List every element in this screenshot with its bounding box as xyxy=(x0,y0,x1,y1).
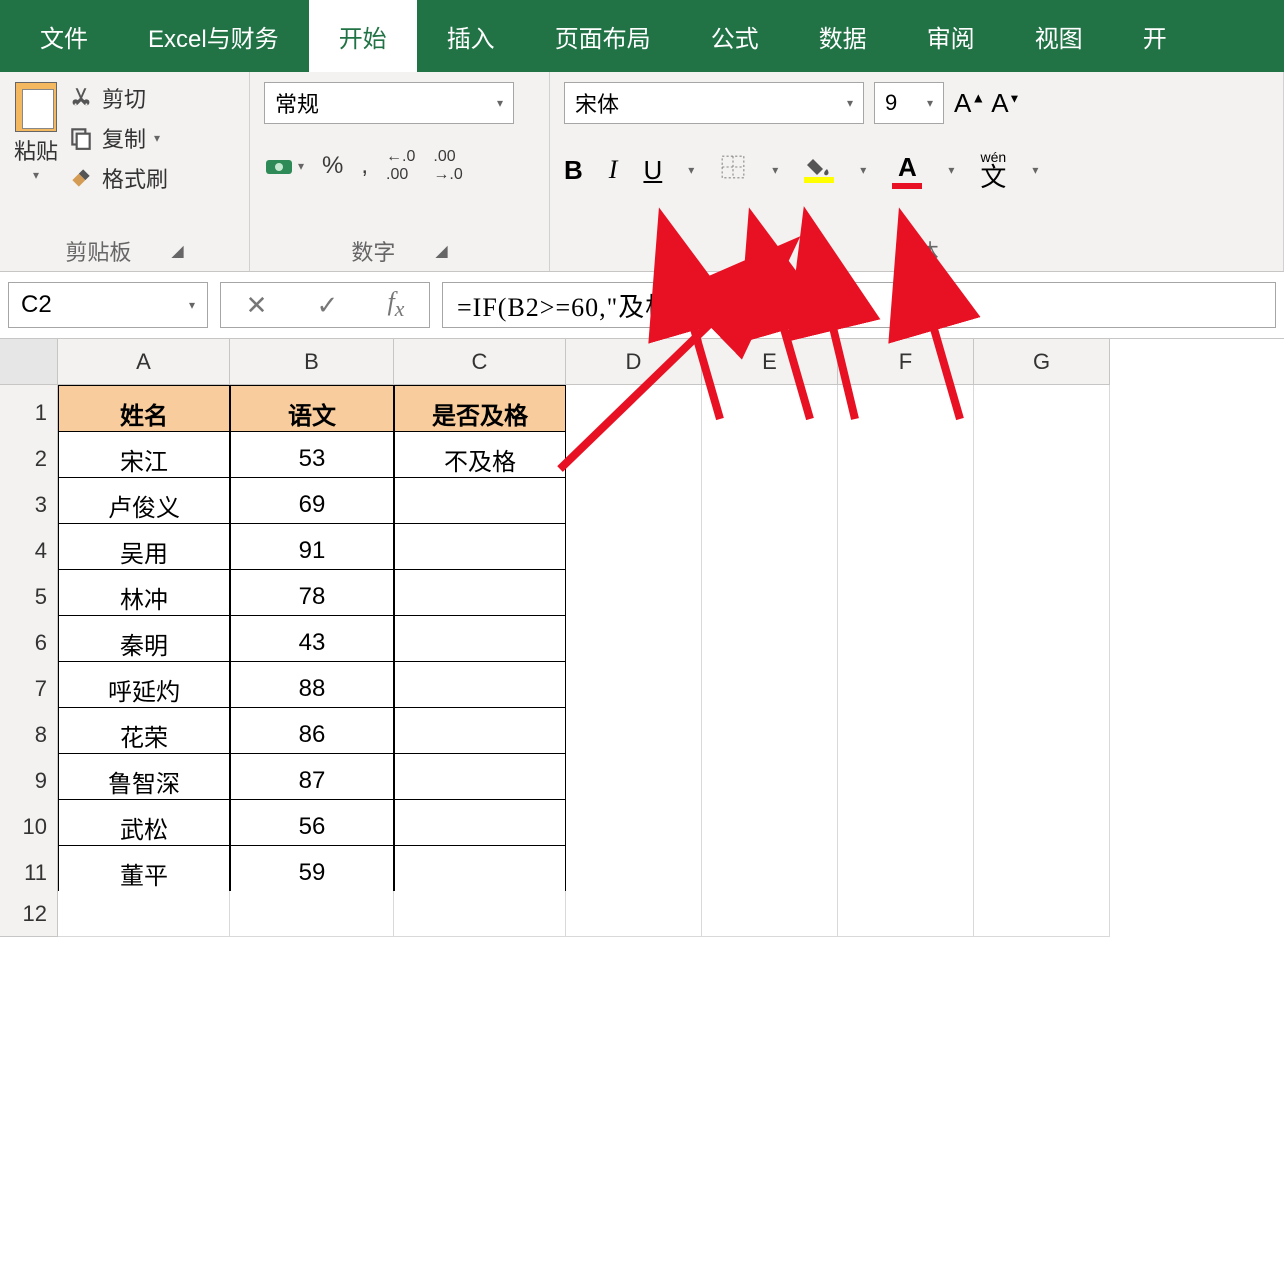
increase-decimal-button[interactable]: ←.0.00 xyxy=(386,148,415,184)
chevron-down-icon: ▾ xyxy=(927,96,933,110)
font-size-value: 9 xyxy=(885,90,897,116)
name-box[interactable]: C2 ▾ xyxy=(8,282,208,328)
chevron-down-icon: ▾ xyxy=(189,298,195,312)
phonetic-button[interactable]: wén文 xyxy=(980,150,1006,190)
column-header[interactable]: D xyxy=(566,339,702,385)
cell[interactable] xyxy=(566,891,702,937)
brush-icon xyxy=(68,165,94,191)
number-format-combo[interactable]: 常规 ▾ xyxy=(264,82,514,124)
tab-excel-finance[interactable]: Excel与财务 xyxy=(118,0,309,72)
ribbon-group-font: 宋体 ▾ 9 ▾ A▲ A▼ B I U ▾ xyxy=(550,72,1284,271)
cut-button[interactable]: 剪切 xyxy=(68,82,168,114)
clipboard-group-label: 剪贴板 xyxy=(65,235,131,267)
bold-button[interactable]: B xyxy=(564,155,583,186)
chevron-down-icon[interactable]: ▾ xyxy=(154,131,160,145)
tab-truncated[interactable]: 开 xyxy=(1113,0,1197,72)
menu-bar: 文件 Excel与财务 开始 插入 页面布局 公式 数据 审阅 视图 开 xyxy=(0,0,1284,72)
column-header[interactable]: F xyxy=(838,339,974,385)
chevron-down-icon[interactable]: ▾ xyxy=(688,163,694,177)
insert-function-button[interactable]: fx xyxy=(388,287,405,322)
copy-button[interactable]: 复制 ▾ xyxy=(68,122,168,154)
formula-bar: C2 ▾ ✕ ✓ fx =IF(B2>=60,"及格","不及格") xyxy=(0,272,1284,339)
accounting-button[interactable]: ▾ xyxy=(264,151,304,181)
font-color-button[interactable]: A xyxy=(892,152,922,189)
formula-controls: ✕ ✓ fx xyxy=(220,282,430,328)
chevron-down-icon[interactable]: ▾ xyxy=(33,168,39,182)
bucket-icon xyxy=(807,157,831,177)
select-all-corner[interactable] xyxy=(0,339,58,385)
tab-home[interactable]: 开始 xyxy=(309,0,417,72)
font-size-combo[interactable]: 9 ▾ xyxy=(874,82,944,124)
column-header[interactable]: A xyxy=(58,339,230,385)
font-name-value: 宋体 xyxy=(575,87,619,119)
increase-decimal-icon: ←.0.00 xyxy=(386,148,415,184)
chevron-down-icon: ▾ xyxy=(298,159,304,173)
row-header[interactable]: 12 xyxy=(0,891,58,937)
format-painter-button[interactable]: 格式刷 xyxy=(68,162,168,194)
paste-icon xyxy=(15,82,57,132)
number-format-value: 常规 xyxy=(275,87,319,119)
chevron-down-icon: ▾ xyxy=(497,96,503,110)
tab-review[interactable]: 审阅 xyxy=(897,0,1005,72)
font-name-combo[interactable]: 宋体 ▾ xyxy=(564,82,864,124)
tab-insert[interactable]: 插入 xyxy=(417,0,525,72)
decrease-decimal-icon: .00→.0 xyxy=(433,148,462,184)
cell[interactable] xyxy=(974,891,1110,937)
chevron-down-icon[interactable]: ▾ xyxy=(860,163,866,177)
tab-view[interactable]: 视图 xyxy=(1005,0,1113,72)
cancel-formula-button[interactable]: ✕ xyxy=(246,290,268,321)
comma-button[interactable]: , xyxy=(361,152,368,180)
comma-icon: , xyxy=(361,152,368,180)
decrease-decimal-button[interactable]: .00→.0 xyxy=(433,148,462,184)
increase-font-button[interactable]: A▲ xyxy=(954,88,985,119)
fill-color-button[interactable] xyxy=(804,157,834,183)
cell[interactable] xyxy=(394,891,566,937)
cell[interactable] xyxy=(702,891,838,937)
borders-icon xyxy=(720,154,746,180)
dialog-launcher-icon[interactable]: ◢ xyxy=(435,241,447,261)
formula-input[interactable]: =IF(B2>=60,"及格","不及格") xyxy=(442,282,1276,328)
column-header[interactable]: G xyxy=(974,339,1110,385)
formula-text: =IF(B2>=60,"及格","不及格") xyxy=(457,287,805,324)
column-header[interactable]: C xyxy=(394,339,566,385)
cell[interactable] xyxy=(58,891,230,937)
cell[interactable] xyxy=(230,891,394,937)
column-header[interactable]: B xyxy=(230,339,394,385)
chevron-down-icon[interactable]: ▾ xyxy=(772,163,778,177)
chevron-down-icon[interactable]: ▾ xyxy=(948,163,954,177)
chevron-down-icon: ▾ xyxy=(847,96,853,110)
cell[interactable] xyxy=(838,891,974,937)
scissors-icon xyxy=(68,85,94,111)
italic-button[interactable]: I xyxy=(609,155,618,185)
cut-label: 剪切 xyxy=(102,82,146,114)
copy-icon xyxy=(68,125,94,151)
tab-formulas[interactable]: 公式 xyxy=(681,0,789,72)
worksheet[interactable]: ABCDEFG1姓名语文是否及格2宋江53不及格3卢俊义694吴用915林冲78… xyxy=(0,339,1284,937)
ribbon-group-clipboard: 粘贴 ▾ 剪切 复制 ▾ 格式刷 剪贴板 ◢ xyxy=(0,72,250,271)
ribbon: 粘贴 ▾ 剪切 复制 ▾ 格式刷 剪贴板 ◢ xyxy=(0,72,1284,272)
borders-button[interactable] xyxy=(720,154,746,187)
format-painter-label: 格式刷 xyxy=(102,162,168,194)
column-header[interactable]: E xyxy=(702,339,838,385)
tab-page-layout[interactable]: 页面布局 xyxy=(525,0,681,72)
tab-file[interactable]: 文件 xyxy=(10,0,118,72)
paste-button[interactable]: 粘贴 ▾ xyxy=(14,82,58,182)
decrease-font-button[interactable]: A▼ xyxy=(991,88,1020,119)
copy-label: 复制 xyxy=(102,122,146,154)
underline-button[interactable]: U xyxy=(643,155,662,186)
paste-label: 粘贴 xyxy=(14,134,58,166)
enter-formula-button[interactable]: ✓ xyxy=(317,290,339,321)
percent-icon: % xyxy=(322,152,343,180)
name-box-value: C2 xyxy=(21,291,52,319)
chevron-down-icon[interactable]: ▾ xyxy=(1032,163,1038,177)
font-group-label: 字体 xyxy=(894,235,938,267)
currency-icon xyxy=(264,151,294,181)
dialog-launcher-icon[interactable]: ◢ xyxy=(171,241,183,261)
ribbon-group-number: 常规 ▾ ▾ % , ←.0.00 .00→.0 数字 ◢ xyxy=(250,72,550,271)
percent-button[interactable]: % xyxy=(322,152,343,180)
number-group-label: 数字 xyxy=(351,235,395,267)
tab-data[interactable]: 数据 xyxy=(789,0,897,72)
